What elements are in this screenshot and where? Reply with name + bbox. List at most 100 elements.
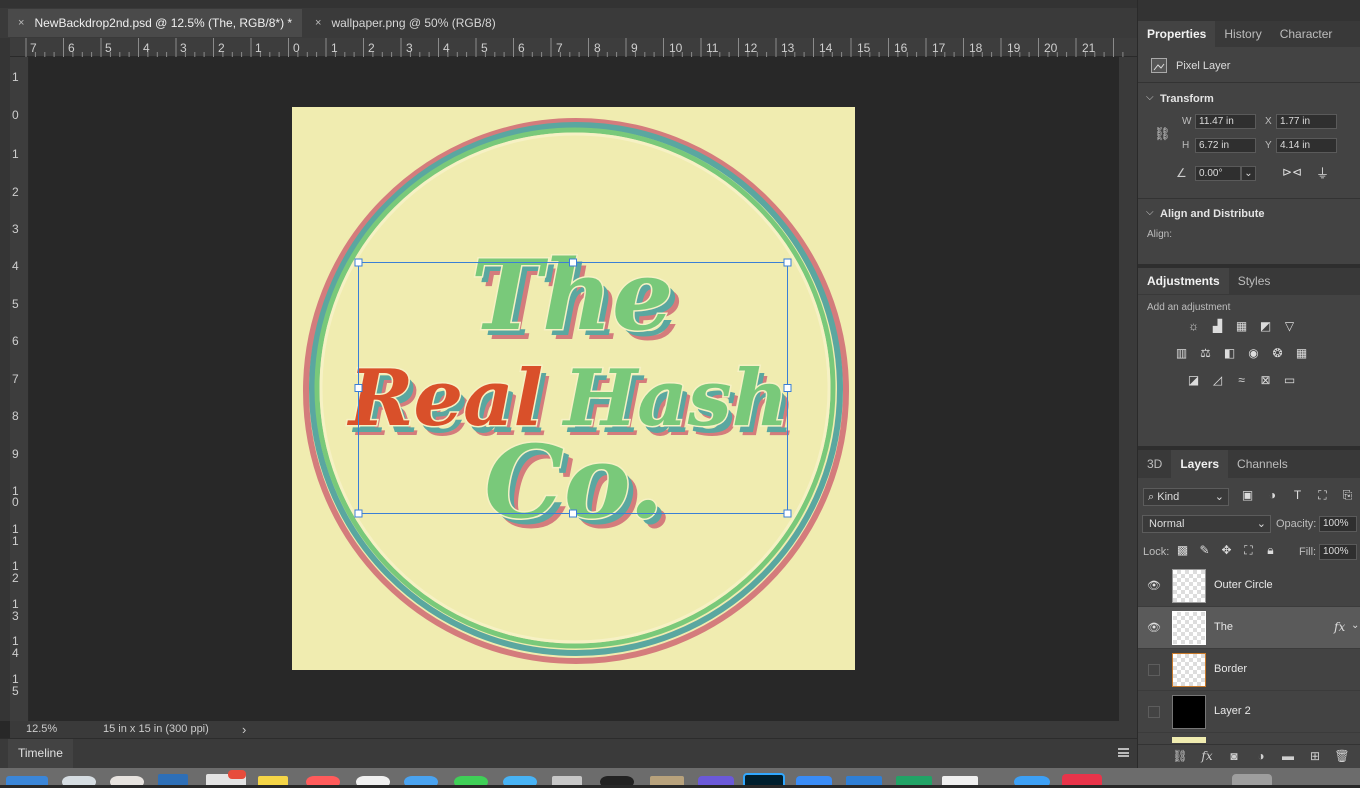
- ruler-label: 6: [518, 41, 525, 55]
- blend-mode-select[interactable]: Normal ⌄: [1142, 515, 1271, 533]
- hue-saturation-icon[interactable]: ▥: [1174, 347, 1189, 360]
- link-icon[interactable]: ⛓: [1154, 126, 1171, 142]
- channel-mixer-icon[interactable]: ❂: [1270, 347, 1285, 360]
- ruler-label: 2: [368, 41, 375, 55]
- tab-history[interactable]: History: [1215, 21, 1270, 47]
- visibility-toggle[interactable]: [1148, 664, 1160, 676]
- search-icon: ⌕: [1148, 491, 1155, 503]
- align-section-title[interactable]: Align and Distribute: [1160, 208, 1265, 220]
- eye-icon[interactable]: 👁︎: [1147, 579, 1161, 593]
- lock-artboard-icon[interactable]: ⛶: [1241, 544, 1256, 557]
- layer-row-layer-2[interactable]: Layer 2: [1138, 691, 1360, 733]
- brightness-contrast-icon[interactable]: ☼: [1186, 320, 1201, 333]
- ruler-label: 1: [331, 41, 338, 55]
- new-layer-icon[interactable]: ⊞: [1306, 749, 1324, 763]
- tab-3d[interactable]: 3D: [1138, 450, 1171, 478]
- ruler-label: 7: [556, 41, 563, 55]
- gradient-map-icon[interactable]: ▭: [1282, 374, 1297, 387]
- ruler-label: 21: [1082, 41, 1096, 55]
- tab-styles[interactable]: Styles: [1229, 268, 1280, 294]
- transform-handle: [783, 258, 792, 267]
- threshold-icon[interactable]: ≈: [1234, 374, 1249, 387]
- layer-row-border[interactable]: Border: [1138, 649, 1360, 691]
- layer-name[interactable]: Outer Circle: [1214, 579, 1273, 591]
- zoom-level[interactable]: 12.5%: [26, 723, 57, 735]
- layer-row-the[interactable]: 👁︎ The fx ⌄: [1138, 607, 1360, 649]
- w-label: W: [1182, 116, 1192, 127]
- levels-icon[interactable]: ▟: [1210, 320, 1225, 333]
- filter-pixel-icon[interactable]: ▣: [1240, 489, 1255, 502]
- fill-field[interactable]: 100%: [1319, 544, 1357, 560]
- fx-icon[interactable]: fx: [1198, 749, 1216, 763]
- filter-smart-object-icon[interactable]: ⎘: [1340, 489, 1355, 502]
- tab-layers[interactable]: Layers: [1171, 450, 1229, 478]
- width-field[interactable]: 11.47 in: [1195, 114, 1256, 129]
- ruler-label: 15: [857, 41, 871, 55]
- transform-handle: [569, 258, 577, 267]
- curves-icon[interactable]: ▦: [1234, 320, 1249, 333]
- layer-name[interactable]: Border: [1214, 663, 1247, 675]
- close-icon[interactable]: ×: [315, 17, 321, 29]
- x-field[interactable]: 1.77 in: [1276, 114, 1337, 129]
- chevron-down-icon[interactable]: ⌵: [1146, 92, 1154, 103]
- color-balance-icon[interactable]: ⚖: [1198, 347, 1213, 360]
- flip-horizontal-icon[interactable]: ⊳⊲: [1282, 165, 1302, 179]
- layer-row-outer-circle[interactable]: 👁︎ Outer Circle: [1138, 565, 1360, 607]
- angle-field[interactable]: 0.00°: [1195, 166, 1241, 181]
- lock-transparency-icon[interactable]: ▩: [1175, 544, 1190, 557]
- angle-dropdown-chevron-icon[interactable]: ⌄: [1241, 166, 1256, 181]
- tab-newbackdrop[interactable]: × NewBackdrop2nd.psd @ 12.5% (The, RGB/8…: [8, 9, 303, 37]
- tab-character[interactable]: Character: [1271, 21, 1342, 47]
- adjustment-row-2: ▥ ⚖ ◧ ◉ ❂ ▦: [1174, 347, 1309, 360]
- status-menu-arrow-icon[interactable]: ›: [242, 722, 246, 737]
- new-adjustment-layer-icon[interactable]: ◑: [1252, 749, 1270, 763]
- opacity-field[interactable]: 100%: [1319, 516, 1357, 532]
- vertical-ruler[interactable]: 1 0 1 2 3 4 5 6 7 8 9 1 0 1 1 1 2 1 3 1 …: [10, 57, 29, 721]
- invert-icon[interactable]: ◪: [1186, 374, 1201, 387]
- new-group-icon[interactable]: ▬: [1279, 749, 1297, 763]
- lock-brush-icon[interactable]: ✎: [1197, 544, 1212, 557]
- fx-icon[interactable]: fx: [1334, 620, 1345, 634]
- chevron-down-icon[interactable]: ⌄: [1351, 620, 1359, 631]
- color-lookup-icon[interactable]: ▦: [1294, 347, 1309, 360]
- link-layers-icon[interactable]: ⛓: [1171, 749, 1189, 763]
- filter-type-icon[interactable]: T: [1290, 489, 1305, 502]
- add-mask-icon[interactable]: ◙: [1225, 749, 1243, 763]
- ruler-label: 19: [1007, 41, 1021, 55]
- document-canvas[interactable]: The The The Real Real Real Hash Hash Has…: [292, 107, 855, 670]
- lock-all-icon[interactable]: 🔒︎: [1263, 544, 1278, 557]
- layer-filter-kind-select[interactable]: ⌕ Kind ⌄: [1143, 488, 1229, 506]
- transform-handle: [569, 509, 577, 518]
- tab-timeline[interactable]: Timeline: [8, 739, 73, 768]
- delete-layer-icon[interactable]: 🗑︎: [1333, 749, 1351, 763]
- black-white-icon[interactable]: ◧: [1222, 347, 1237, 360]
- ruler-label: 1: [12, 147, 19, 161]
- exposure-icon[interactable]: ◩: [1258, 320, 1273, 333]
- transform-section-title[interactable]: Transform: [1160, 93, 1214, 105]
- posterize-icon[interactable]: ◿: [1210, 374, 1225, 387]
- tab-channels[interactable]: Channels: [1228, 450, 1297, 478]
- layer-name[interactable]: Layer 2: [1214, 705, 1251, 717]
- tab-wallpaper[interactable]: × wallpaper.png @ 50% (RGB/8): [305, 9, 506, 37]
- tab-adjustments[interactable]: Adjustments: [1138, 268, 1229, 294]
- flip-vertical-icon[interactable]: ⏚: [1316, 163, 1329, 182]
- photo-filter-icon[interactable]: ◉: [1246, 347, 1261, 360]
- lock-position-icon[interactable]: ✥: [1219, 544, 1234, 557]
- horizontal-ruler[interactable]: 7 6 5 4 3 2 1 0 1 2 3 4 5 6 7 8 9 10 11 …: [10, 38, 1137, 57]
- h-label: H: [1182, 140, 1190, 151]
- visibility-toggle[interactable]: [1148, 706, 1160, 718]
- eye-icon[interactable]: 👁︎: [1147, 621, 1161, 635]
- filter-adjustment-icon[interactable]: ◑: [1265, 489, 1280, 502]
- vibrance-icon[interactable]: ▽: [1282, 320, 1297, 333]
- chevron-down-icon[interactable]: ⌵: [1146, 207, 1154, 218]
- height-field[interactable]: 6.72 in: [1195, 138, 1256, 153]
- pixel-layer-icon: [1151, 58, 1167, 73]
- y-field[interactable]: 4.14 in: [1276, 138, 1337, 153]
- vertical-scrollbar[interactable]: [1119, 57, 1137, 721]
- tab-properties[interactable]: Properties: [1138, 21, 1216, 47]
- close-icon[interactable]: ×: [18, 17, 24, 29]
- layer-name[interactable]: The: [1214, 621, 1233, 633]
- filter-shape-icon[interactable]: ⛶: [1315, 489, 1330, 502]
- selective-color-icon[interactable]: ⊠: [1258, 374, 1273, 387]
- hamburger-icon[interactable]: [1118, 748, 1129, 757]
